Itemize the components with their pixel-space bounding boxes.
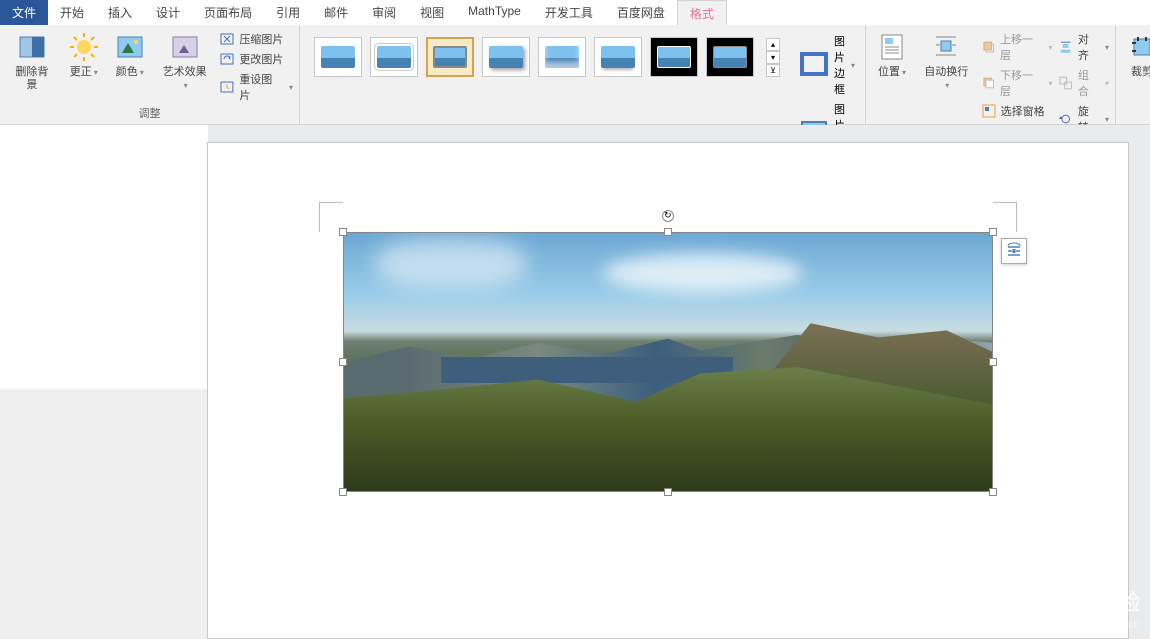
menu-references[interactable]: 引用 bbox=[264, 0, 312, 25]
watermark-sub: jingyan.baidu.com bbox=[1029, 617, 1140, 631]
picture-style-2[interactable] bbox=[370, 37, 418, 77]
picture-style-8[interactable] bbox=[706, 37, 754, 77]
crop-label: 裁剪 bbox=[1131, 66, 1150, 79]
resize-handle-sw[interactable] bbox=[339, 488, 347, 496]
remove-background-button[interactable]: 删除背景 bbox=[6, 29, 58, 94]
picture-border-button[interactable]: 图片边框▾ bbox=[798, 33, 855, 97]
menu-baidupan[interactable]: 百度网盘 bbox=[605, 0, 677, 25]
selection-pane-button[interactable]: 选择窗格 bbox=[981, 103, 1053, 119]
gallery-more-button[interactable]: ⊻ bbox=[766, 64, 780, 77]
wrap-text-button[interactable]: 自动换行▾ bbox=[918, 29, 975, 94]
align-button[interactable]: 对齐▾ bbox=[1058, 31, 1109, 63]
menu-mathtype[interactable]: MathType bbox=[456, 0, 533, 25]
menu-design[interactable]: 设计 bbox=[144, 0, 192, 25]
change-picture-icon bbox=[219, 51, 235, 67]
sun-icon bbox=[68, 31, 100, 63]
selection-pane-icon bbox=[981, 103, 997, 119]
align-label: 对齐 bbox=[1078, 31, 1099, 63]
ribbon-group-arrange: 位置▾ 自动换行▾ 上移一层▾ 下移一层▾ 选择窗格 bbox=[866, 25, 1116, 124]
remove-bg-icon bbox=[16, 31, 48, 63]
resize-handle-se[interactable] bbox=[989, 488, 997, 496]
ribbon-group-picture-styles: ▴ ▾ ⊻ 图片边框▾ 图片效果▾ 图片版式▾ bbox=[300, 25, 866, 124]
remove-bg-label: 删除背景 bbox=[10, 66, 54, 92]
side-panel bbox=[0, 125, 208, 639]
page: ↵ bbox=[208, 143, 1128, 638]
selection-pane-label: 选择窗格 bbox=[1001, 103, 1045, 119]
menu-home[interactable]: 开始 bbox=[48, 0, 96, 25]
menu-format[interactable]: 格式 bbox=[677, 0, 727, 25]
inserted-image[interactable] bbox=[343, 232, 993, 492]
menu-file[interactable]: 文件 bbox=[0, 0, 48, 25]
gallery-down-button[interactable]: ▾ bbox=[766, 51, 780, 64]
artistic-effects-label: 艺术效果▾ bbox=[160, 66, 210, 92]
crop-button[interactable]: 裁剪 bbox=[1122, 29, 1150, 81]
resize-handle-ne[interactable] bbox=[989, 228, 997, 236]
menu-page-layout[interactable]: 页面布局 bbox=[192, 0, 264, 25]
gallery-up-button[interactable]: ▴ bbox=[766, 38, 780, 51]
picture-color-icon bbox=[114, 31, 146, 63]
menu-review[interactable]: 审阅 bbox=[360, 0, 408, 25]
artistic-effects-icon bbox=[169, 31, 201, 63]
send-backward-icon bbox=[981, 75, 996, 91]
ribbon-group-size: 裁剪 bbox=[1116, 25, 1150, 124]
color-label: 颜色▾ bbox=[116, 66, 144, 79]
corrections-button[interactable]: 更正▾ bbox=[64, 29, 104, 81]
adjust-group-label: 调整 bbox=[6, 103, 293, 121]
send-backward-label: 下移一层 bbox=[1000, 67, 1042, 99]
picture-style-6[interactable] bbox=[594, 37, 642, 77]
menu-mail[interactable]: 邮件 bbox=[312, 0, 360, 25]
position-button[interactable]: 位置▾ bbox=[872, 29, 912, 81]
picture-style-1[interactable] bbox=[314, 37, 362, 77]
bring-forward-button[interactable]: 上移一层▾ bbox=[981, 31, 1053, 63]
watermark-main: Baidu 经验 bbox=[1029, 585, 1140, 617]
bring-forward-icon bbox=[981, 39, 996, 55]
picture-border-label: 图片边框 bbox=[834, 33, 845, 97]
resize-handle-e[interactable] bbox=[989, 358, 997, 366]
menu-insert[interactable]: 插入 bbox=[96, 0, 144, 25]
reset-picture-button[interactable]: 重设图片▾ bbox=[219, 71, 293, 103]
resize-handle-s[interactable] bbox=[664, 488, 672, 496]
rotate-handle[interactable] bbox=[662, 210, 674, 222]
resize-handle-n[interactable] bbox=[664, 228, 672, 236]
crop-icon bbox=[1126, 31, 1150, 63]
group-icon bbox=[1058, 75, 1073, 91]
reset-icon bbox=[219, 79, 235, 95]
artistic-effects-button[interactable]: 艺术效果▾ bbox=[156, 29, 214, 94]
color-button[interactable]: 颜色▾ bbox=[110, 29, 150, 81]
align-icon bbox=[1058, 39, 1073, 55]
reset-label: 重设图片 bbox=[239, 71, 283, 103]
layout-options-button[interactable] bbox=[1001, 238, 1027, 264]
group-label: 组合 bbox=[1078, 67, 1099, 99]
selected-image-container[interactable] bbox=[343, 232, 993, 492]
change-picture-label: 更改图片 bbox=[239, 51, 283, 67]
change-picture-button[interactable]: 更改图片 bbox=[219, 51, 293, 67]
menu-bar: 文件 开始 插入 设计 页面布局 引用 邮件 审阅 视图 MathType 开发… bbox=[0, 0, 1150, 25]
resize-handle-nw[interactable] bbox=[339, 228, 347, 236]
document-area: ↵ bbox=[0, 125, 1150, 639]
document-canvas[interactable]: ↵ bbox=[208, 125, 1150, 639]
ribbon-group-adjust: 删除背景 更正▾ 颜色▾ 艺术效果▾ bbox=[0, 25, 300, 124]
resize-handle-w[interactable] bbox=[339, 358, 347, 366]
group-button[interactable]: 组合▾ bbox=[1058, 67, 1109, 99]
menu-view[interactable]: 视图 bbox=[408, 0, 456, 25]
position-label: 位置▾ bbox=[878, 66, 906, 79]
compress-icon bbox=[219, 31, 235, 47]
border-icon bbox=[798, 48, 830, 83]
position-icon bbox=[876, 31, 908, 63]
wrap-text-icon bbox=[930, 31, 962, 63]
picture-style-4[interactable] bbox=[482, 37, 530, 77]
watermark: Baidu 经验 jingyan.baidu.com bbox=[1029, 585, 1140, 631]
send-backward-button[interactable]: 下移一层▾ bbox=[981, 67, 1053, 99]
picture-style-3[interactable] bbox=[426, 37, 474, 77]
menu-developer[interactable]: 开发工具 bbox=[533, 0, 605, 25]
compress-pictures-button[interactable]: 压缩图片 bbox=[219, 31, 293, 47]
bring-forward-label: 上移一层 bbox=[1000, 31, 1042, 63]
picture-style-7[interactable] bbox=[650, 37, 698, 77]
corrections-label: 更正▾ bbox=[70, 66, 98, 79]
ribbon: 删除背景 更正▾ 颜色▾ 艺术效果▾ bbox=[0, 25, 1150, 125]
wrap-text-label: 自动换行▾ bbox=[922, 66, 971, 92]
picture-style-5[interactable] bbox=[538, 37, 586, 77]
compress-label: 压缩图片 bbox=[239, 31, 283, 47]
